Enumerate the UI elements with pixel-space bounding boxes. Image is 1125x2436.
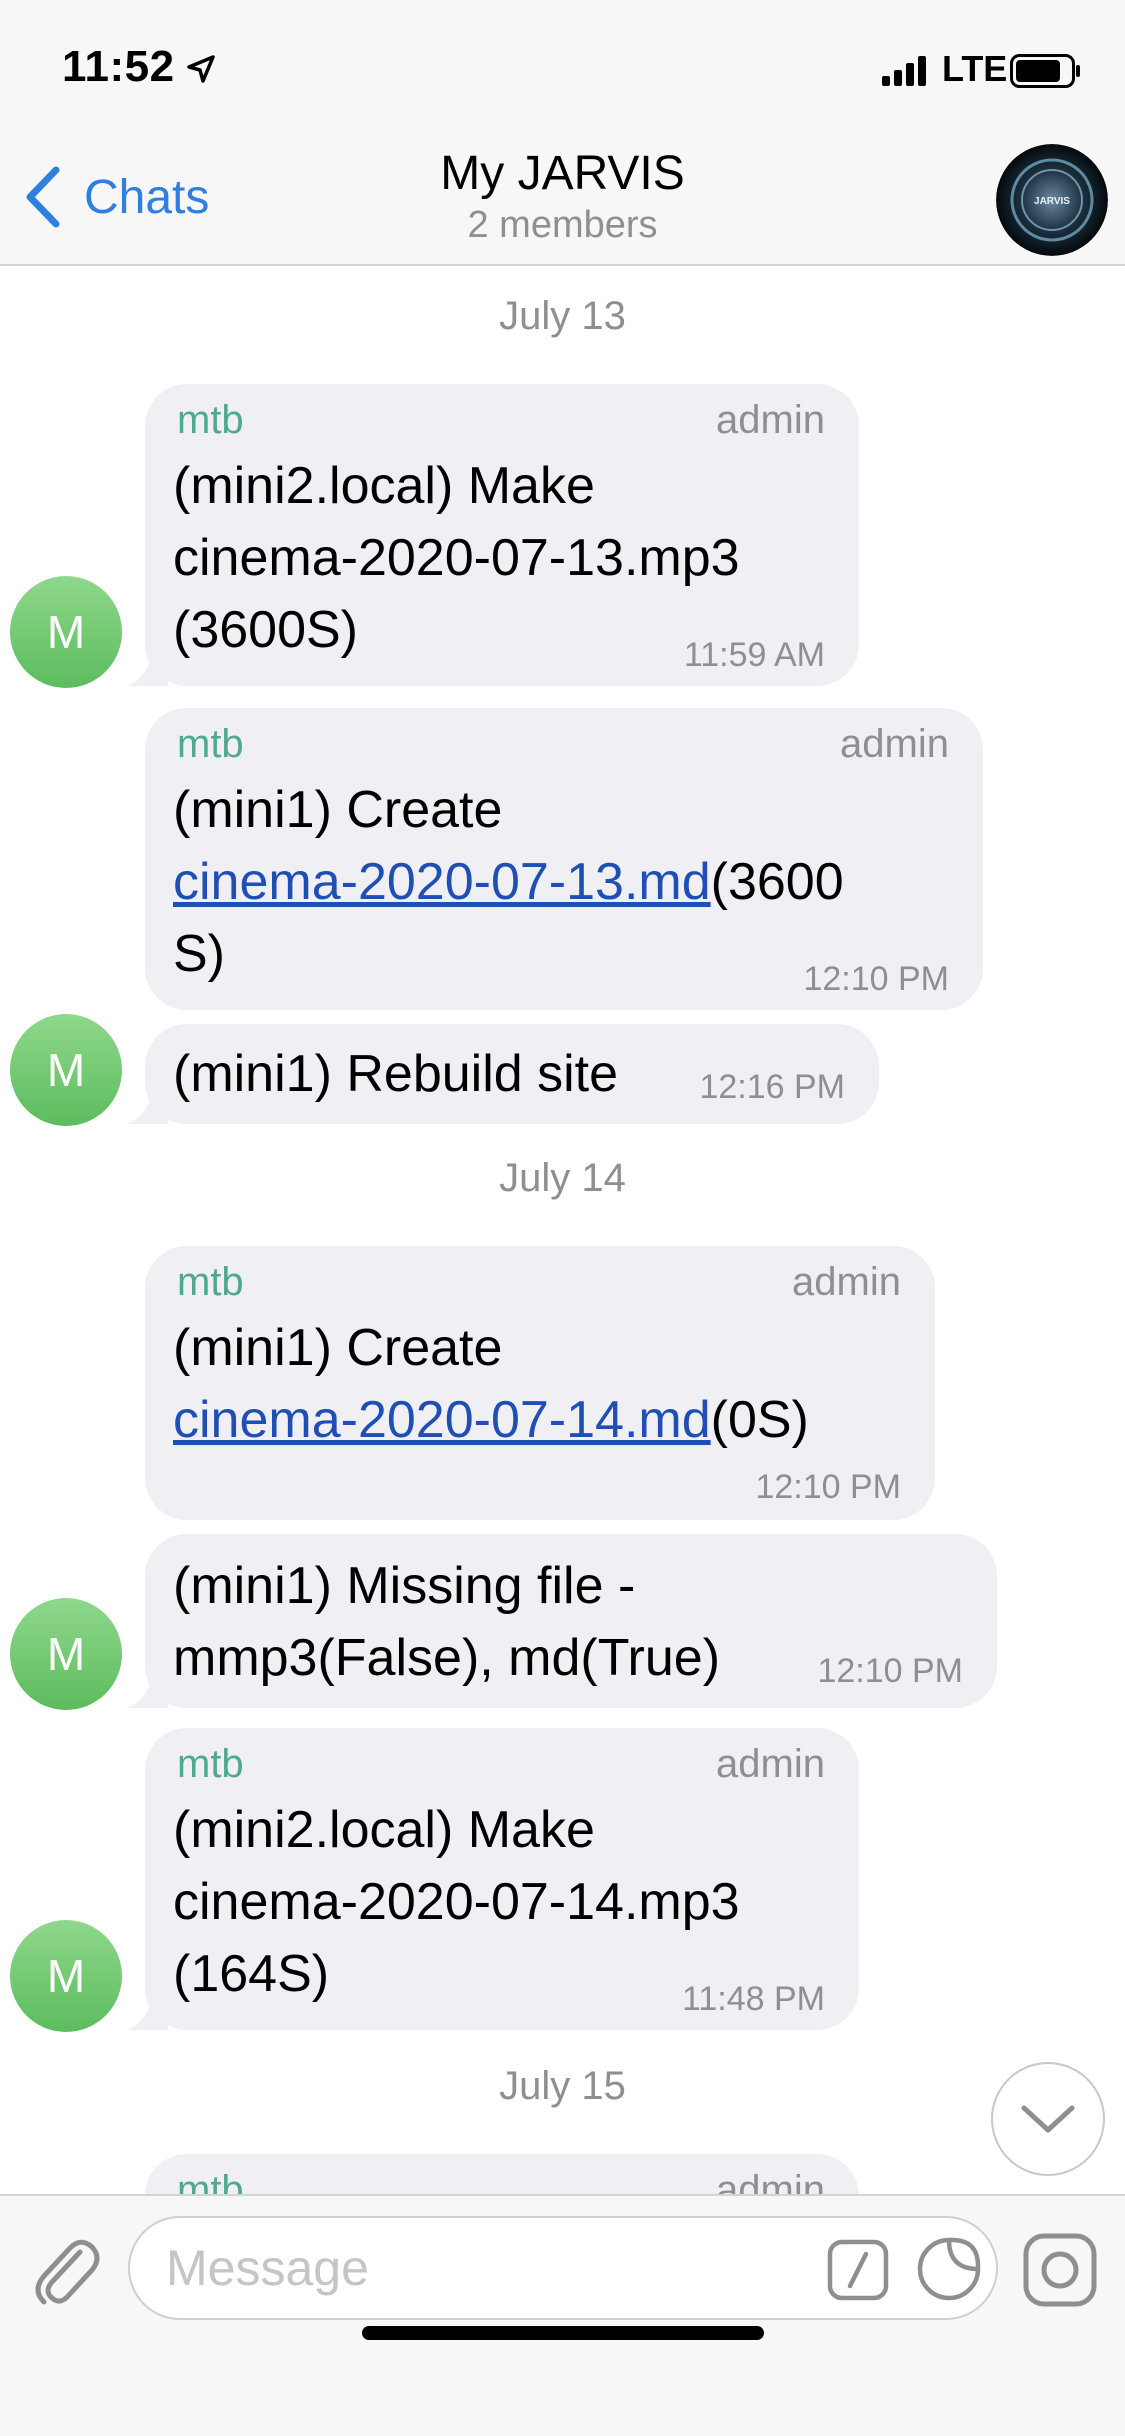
message-text: (mini1) Create cinema-2020-07-14.md(0S) [173,1319,809,1449]
chevron-down-icon [1021,2105,1075,2133]
date-separator: July 14 [499,1156,626,1200]
bubble-tail [128,1084,168,1124]
message-bubble[interactable]: (mini1) Missing file - mmp3(False), md(T… [145,1534,997,1708]
role-label: admin [792,1260,901,1304]
sticker-icon[interactable] [916,2236,982,2302]
message-bubble[interactable]: mtb admin [145,2154,859,2194]
role-label: admin [716,398,825,442]
avatar[interactable]: M [10,1920,122,2032]
role-label: admin [716,1742,825,1786]
message-bubble[interactable]: mtb admin (mini1) Create cinema-2020-07-… [145,1246,935,1520]
avatar[interactable]: M [10,576,122,688]
message-time: 11:59 AM [683,636,825,674]
bubble-tail [128,646,168,686]
group-avatar[interactable]: JARVIS [996,144,1108,256]
battery-icon [1010,54,1080,88]
chat-title[interactable]: My JARVIS [0,146,1125,201]
sender-name[interactable]: mtb [177,1260,244,1305]
date-separator: July 15 [499,2064,626,2108]
message-text: (mini1) Rebuild site [173,1045,619,1103]
nav-bar: Chats My JARVIS 2 members JARVIS [0,132,1125,266]
message-list[interactable]: July 13 mtb admin (mini2.local) Make cin… [0,268,1125,2194]
signal-icon [882,56,926,86]
message-time: 11:48 PM [681,1980,825,2018]
home-indicator [362,2326,764,2340]
scroll-to-bottom-button[interactable] [991,2062,1105,2176]
sender-name[interactable]: mtb [177,2168,244,2194]
location-arrow-icon [187,55,215,83]
message-time: 12:10 PM [755,1468,901,1506]
message-bubble[interactable]: mtb admin (mini2.local) Make cinema-2020… [145,1728,859,2030]
message-input[interactable] [166,2236,726,2300]
carrier-label: LTE [942,48,1008,89]
bot-command-icon[interactable] [826,2238,890,2302]
message-time: 12:16 PM [699,1068,845,1106]
message-text: (mini1) Missing file - mmp3(False), md(T… [173,1557,721,1687]
member-count: 2 members [467,204,658,246]
sender-name[interactable]: mtb [177,398,244,443]
sender-name[interactable]: mtb [177,1742,244,1787]
file-link[interactable]: cinema-2020-07-14.md [173,1391,711,1449]
camera-icon[interactable] [1022,2232,1098,2308]
message-bubble[interactable]: mtb admin (mini2.local) Make cinema-2020… [145,384,859,686]
sender-name[interactable]: mtb [177,722,244,767]
avatar-label: JARVIS [1034,196,1070,207]
bubble-tail [128,1668,168,1708]
message-text: (mini2.local) Make cinema-2020-07-14.mp3… [173,1801,740,2003]
message-text: (mini1) Create cinema-2020-07-13.md(3600… [173,781,844,983]
bubble-tail [128,1990,168,2030]
role-label: admin [840,722,949,766]
avatar[interactable]: M [10,1598,122,1710]
message-field[interactable] [128,2216,998,2320]
message-time: 12:10 PM [803,960,949,998]
status-bar: 11:52 LTE [0,0,1125,132]
message-time: 12:10 PM [817,1652,963,1690]
avatar[interactable]: M [10,1014,122,1126]
role-label: admin [716,2168,825,2194]
paperclip-icon[interactable] [30,2230,100,2310]
message-bubble[interactable]: (mini1) Rebuild site 12:16 PM [145,1024,879,1124]
status-time: 11:52 [62,42,175,91]
message-text: (mini2.local) Make cinema-2020-07-13.mp3… [173,457,740,659]
composer [0,2194,1125,2436]
date-separator: July 13 [499,294,626,338]
file-link[interactable]: cinema-2020-07-13.md [173,853,711,911]
message-bubble[interactable]: mtb admin (mini1) Create cinema-2020-07-… [145,708,983,1010]
